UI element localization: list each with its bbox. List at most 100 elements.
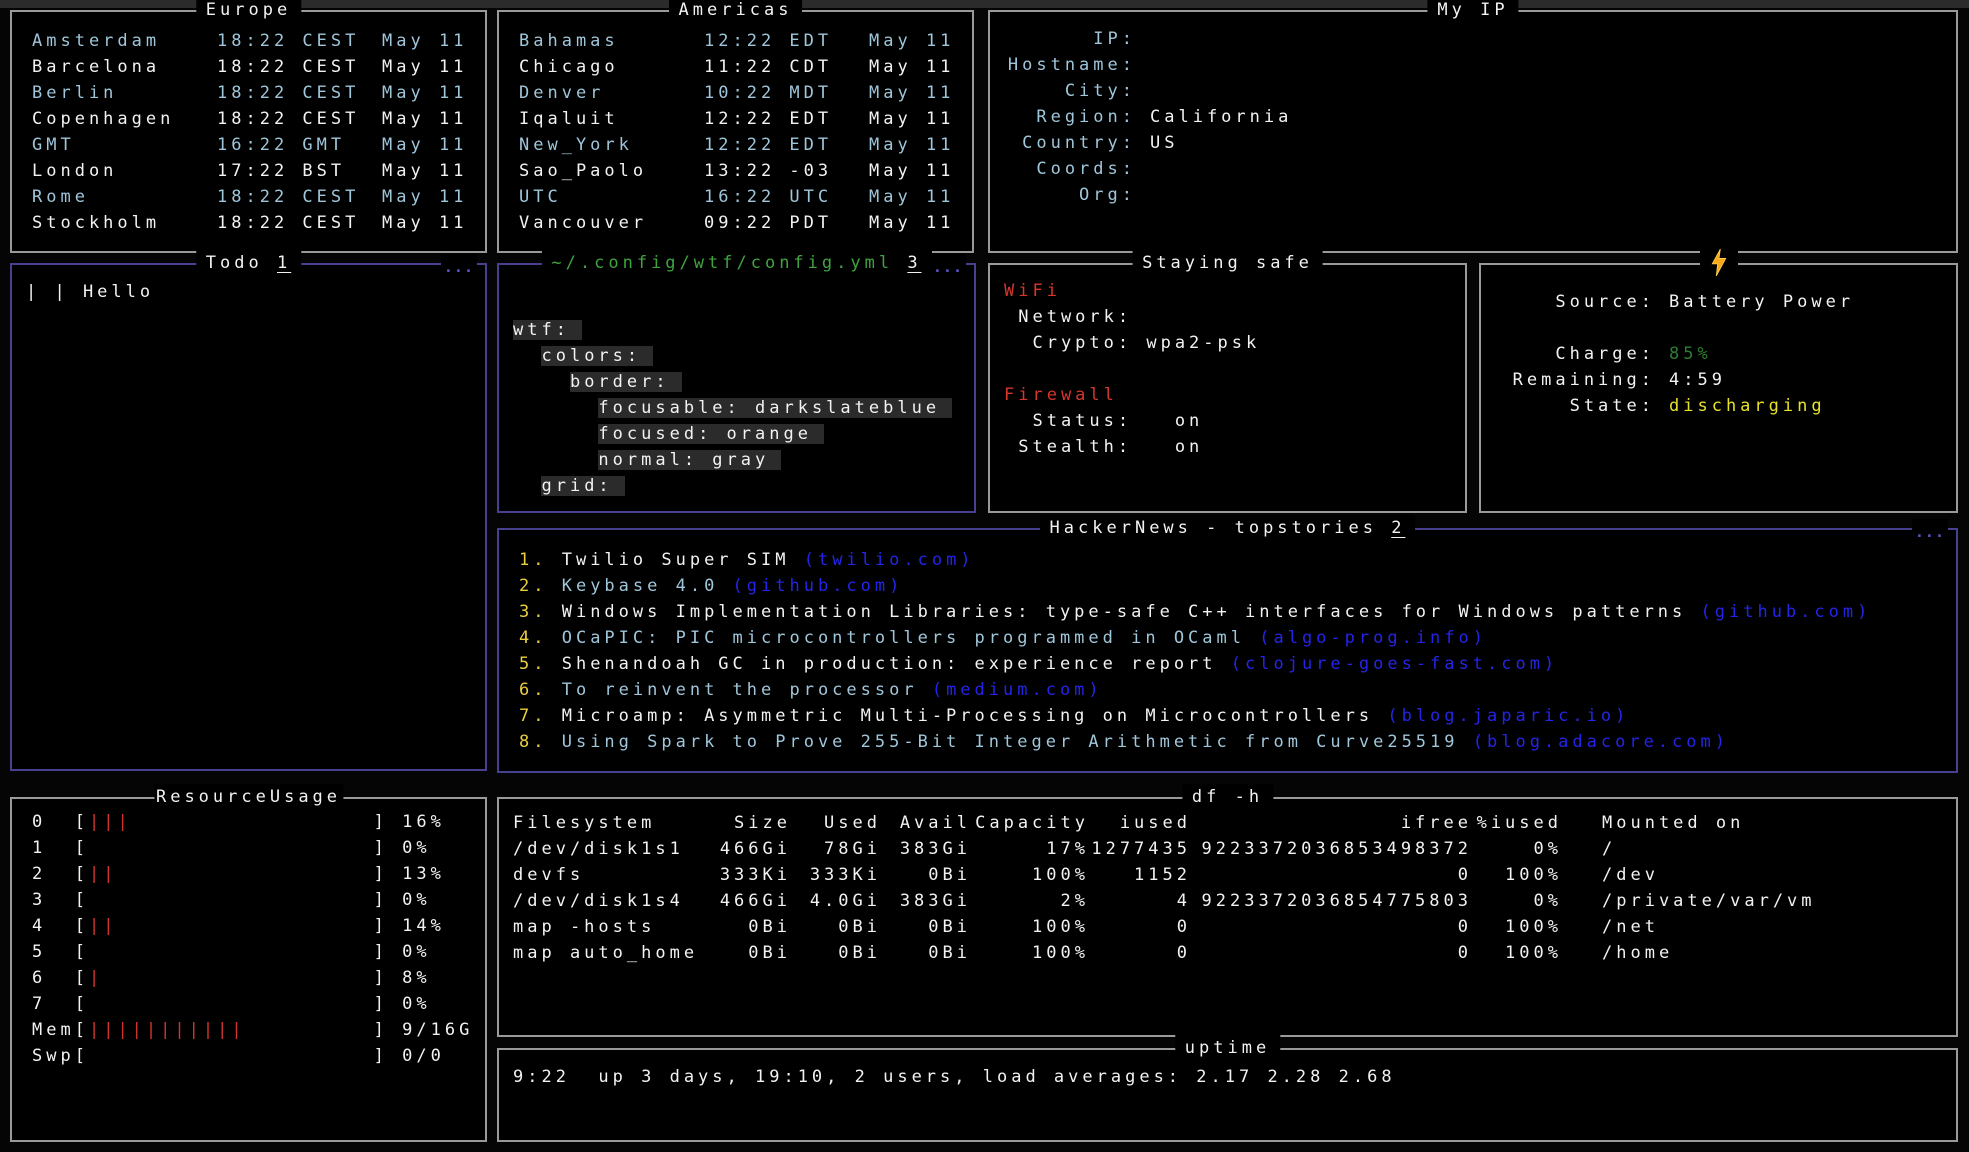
city-label: Stockholm <box>32 210 217 236</box>
battery-row: State:discharging <box>1481 393 1956 419</box>
story-rank: 2. <box>519 576 562 596</box>
gauge-close-bracket: ] <box>374 864 388 884</box>
time-value: 17:22 BST <box>217 158 382 184</box>
panel-menu-dots-icon[interactable]: ... <box>441 254 477 280</box>
gauge-bars <box>89 942 374 962</box>
gauge-bars: ||| <box>89 812 374 832</box>
panel-title: df -h <box>1182 784 1273 810</box>
hackernews-story: 2. Keybase 4.0 (github.com) <box>499 573 1956 599</box>
df-cell: /dev <box>1562 862 1659 888</box>
resource-gauge-row: 4 [|| ] 14% <box>12 913 485 939</box>
ip-field-row: Region:California <box>990 104 1956 130</box>
df-cell: 333Ki <box>701 862 791 888</box>
df-cell: 0 <box>1089 940 1191 966</box>
gauge-close-bracket: ] <box>374 994 388 1014</box>
date-value: May 11 <box>869 80 962 106</box>
hackernews-title-text: HackerNews - topstories <box>1050 518 1377 538</box>
clock-list-europe: Amsterdam18:22 CESTMay 11Barcelona18:22 … <box>12 12 485 236</box>
date-value: May 11 <box>869 28 962 54</box>
time-value: 18:22 CEST <box>217 210 382 236</box>
df-header-cell: ifree <box>1191 810 1472 836</box>
panel-hackernews[interactable]: HackerNews - topstories 2 ... 1. Twilio … <box>497 528 1958 773</box>
city-label: Barcelona <box>32 54 217 80</box>
panel-todo[interactable]: Todo 1 ... | | Hello <box>10 263 487 771</box>
ip-field-row: Coords: <box>990 156 1956 182</box>
panel-staying-safe: Staying safe WiFi Network: Crypto: wpa2-… <box>988 263 1467 513</box>
df-cell: 100% <box>1472 940 1562 966</box>
uptime-text: 9:22 up 3 days, 19:10, 2 users, load ave… <box>499 1064 1956 1090</box>
df-cell: 0 <box>1089 914 1191 940</box>
hackernews-story-list: 1. Twilio Super SIM (twilio.com)2. Keyba… <box>499 530 1956 755</box>
battery-value: 4:59 <box>1669 367 1726 393</box>
city-label: Amsterdam <box>32 28 217 54</box>
staying-safe-lines: WiFi Network: Crypto: wpa2-pskFirewall S… <box>990 265 1465 460</box>
gauge-label: Mem <box>32 1020 75 1040</box>
time-value: 18:22 CEST <box>217 28 382 54</box>
df-cell: 4 <box>1089 888 1191 914</box>
clock-row: Bahamas12:22 EDTMay 11 <box>499 28 972 54</box>
resource-gauge-row: 3 [ ] 0% <box>12 887 485 913</box>
time-value: 13:22 -03 <box>704 158 869 184</box>
time-value: 18:22 CEST <box>217 106 382 132</box>
story-domain-link: (algo-prog.info) <box>1259 628 1487 648</box>
df-cell: /private/var/vm <box>1562 888 1816 914</box>
config-lines: wtf: colors: border: focusable: darkslat… <box>499 265 974 499</box>
df-cell: 0% <box>1472 888 1562 914</box>
city-label: Iqaluit <box>519 106 704 132</box>
clock-row: Copenhagen18:22 CESTMay 11 <box>12 106 485 132</box>
df-cell: 0Bi <box>881 940 971 966</box>
gauge-open-bracket: [ <box>75 942 89 962</box>
df-cell: 0Bi <box>791 940 881 966</box>
gauge-value: 0% <box>388 838 431 858</box>
df-cell: 100% <box>1472 862 1562 888</box>
gauge-open-bracket: [ <box>75 864 89 884</box>
ip-field-list: IP:Hostname:City:Region:CaliforniaCountr… <box>990 12 1956 208</box>
time-value: 16:22 GMT <box>217 132 382 158</box>
config-line: focusable: darkslateblue <box>513 395 974 421</box>
staying-safe-line: Status: on <box>1004 408 1465 434</box>
resource-gauge-row: Swp[ ] 0/0 <box>12 1043 485 1069</box>
df-cell: 383Gi <box>881 836 971 862</box>
df-header-cell: %iused <box>1472 810 1562 836</box>
city-label: GMT <box>32 132 217 158</box>
todo-item: | | Hello <box>26 279 485 305</box>
gauge-open-bracket: [ <box>75 994 89 1014</box>
battery-label: Source: <box>1495 289 1655 315</box>
city-label: Berlin <box>32 80 217 106</box>
time-value: 18:22 CEST <box>217 80 382 106</box>
df-cell: 0 <box>1191 914 1472 940</box>
ip-field-label: City: <box>1004 78 1136 104</box>
panel-title: uptime <box>1175 1035 1280 1061</box>
panel-title: My IP <box>1427 0 1518 23</box>
clock-row: Denver10:22 MDTMay 11 <box>499 80 972 106</box>
df-cell: 4.0Gi <box>791 888 881 914</box>
panel-config-yml[interactable]: ~/.config/wtf/config.yml 3 ... wtf: colo… <box>497 263 976 513</box>
panel-menu-dots-icon[interactable]: ... <box>1912 519 1948 545</box>
staying-safe-line <box>1004 356 1465 382</box>
df-cell: 1277435 <box>1089 836 1191 862</box>
staying-safe-line: Firewall <box>1004 382 1465 408</box>
config-line-text: colors: <box>541 346 653 366</box>
story-domain-link: (github.com) <box>1701 602 1872 622</box>
battery-value: Battery Power <box>1669 289 1854 315</box>
date-value: May 11 <box>382 106 475 132</box>
staying-safe-line: Network: <box>1004 304 1465 330</box>
gauge-label: 3 <box>32 890 75 910</box>
config-line-text: focused: orange <box>598 424 824 444</box>
story-title: Keybase 4.0 <box>562 576 733 596</box>
panel-title: ~/.config/wtf/config.yml 3 <box>541 250 931 276</box>
config-line-text: grid: <box>541 476 624 496</box>
df-data-row: /dev/disk1s4466Gi4.0Gi383Gi2%49223372036… <box>499 888 1956 914</box>
time-value: 18:22 CEST <box>217 54 382 80</box>
date-value: May 11 <box>382 210 475 236</box>
battery-label: Remaining: <box>1495 367 1655 393</box>
ip-field-label: Coords: <box>1004 156 1136 182</box>
resource-gauge-row: 6 [| ] 8% <box>12 965 485 991</box>
config-shortcut-number: 3 <box>907 253 921 273</box>
story-domain-link: (medium.com) <box>932 680 1103 700</box>
clock-row: London17:22 BSTMay 11 <box>12 158 485 184</box>
gauge-bars: ||||||||||| <box>89 1020 374 1040</box>
clock-row: GMT16:22 GMTMay 11 <box>12 132 485 158</box>
time-value: 09:22 PDT <box>704 210 869 236</box>
panel-menu-dots-icon[interactable]: ... <box>930 254 966 280</box>
